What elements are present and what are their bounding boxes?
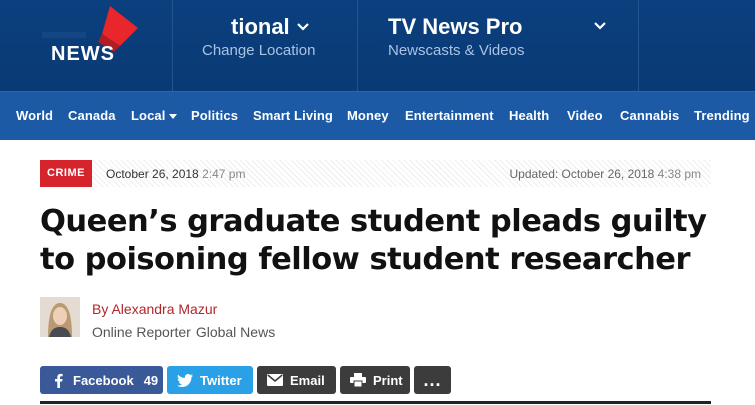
change-location-menu[interactable]: tional Change Location: [172, 0, 358, 91]
author-role: Online Reporter Global News: [92, 324, 276, 340]
nav-item-world[interactable]: World: [16, 108, 53, 123]
more-share-options-button[interactable]: ...: [414, 366, 451, 394]
tv-news-menu[interactable]: TV News Pro Newscasts & Videos: [359, 0, 639, 91]
tv-title: TV News Pro: [388, 14, 523, 39]
category-badge[interactable]: CRIME: [40, 160, 92, 187]
email-icon: [266, 372, 284, 388]
category-nav: World Canada Local Politics Smart Living…: [0, 91, 755, 140]
facebook-share-count: 49: [143, 372, 159, 388]
nav-item-canada[interactable]: Canada: [68, 108, 116, 123]
nav-item-money[interactable]: Money: [347, 108, 389, 123]
nav-item-politics[interactable]: Politics: [191, 108, 238, 123]
location-title: tional: [231, 14, 309, 40]
logo-text[interactable]: NEWS: [51, 43, 115, 66]
site-header: NEWS tional Change Location TV News Pro …: [0, 0, 755, 91]
print-button[interactable]: Print: [340, 366, 410, 394]
divider: [40, 401, 711, 404]
facebook-share-button[interactable]: Facebook 49: [40, 366, 163, 394]
nav-item-smart-living[interactable]: Smart Living: [253, 108, 333, 123]
tv-subtitle: Newscasts & Videos: [388, 42, 525, 59]
nav-item-video[interactable]: Video: [567, 108, 603, 123]
author-photo: [40, 297, 80, 337]
nav-item-cannabis[interactable]: Cannabis: [620, 108, 679, 123]
updated-date: Updated: October 26, 2018 4:38 pm: [509, 167, 701, 181]
author-avatar[interactable]: [40, 297, 80, 337]
author-outlet: Global News: [195, 324, 276, 340]
chevron-down-icon: [296, 23, 309, 31]
location-subtitle: Change Location: [202, 42, 316, 59]
article-meta: CRIME October 26, 2018 2:47 pm Updated: …: [40, 160, 711, 187]
updated-time: 4:38 pm: [657, 167, 701, 181]
nav-item-local[interactable]: Local: [131, 108, 178, 123]
caret-down-icon: [169, 114, 178, 119]
twitter-icon: [176, 372, 194, 388]
article-headline: Queen’s graduate student pleads guilty t…: [40, 204, 707, 277]
facebook-icon: [49, 372, 67, 388]
email-share-button[interactable]: Email: [257, 366, 336, 394]
nav-item-entertainment[interactable]: Entertainment: [405, 108, 494, 123]
twitter-share-button[interactable]: Twitter: [167, 366, 253, 394]
nav-item-trending[interactable]: Trending: [694, 108, 750, 123]
published-date: October 26, 2018 2:47 pm: [106, 167, 246, 181]
print-icon: [349, 372, 367, 388]
published-time: 2:47 pm: [202, 167, 246, 181]
chevron-down-icon: [594, 22, 606, 30]
nav-item-health[interactable]: Health: [509, 108, 549, 123]
author-name[interactable]: By Alexandra Mazur: [92, 301, 217, 317]
